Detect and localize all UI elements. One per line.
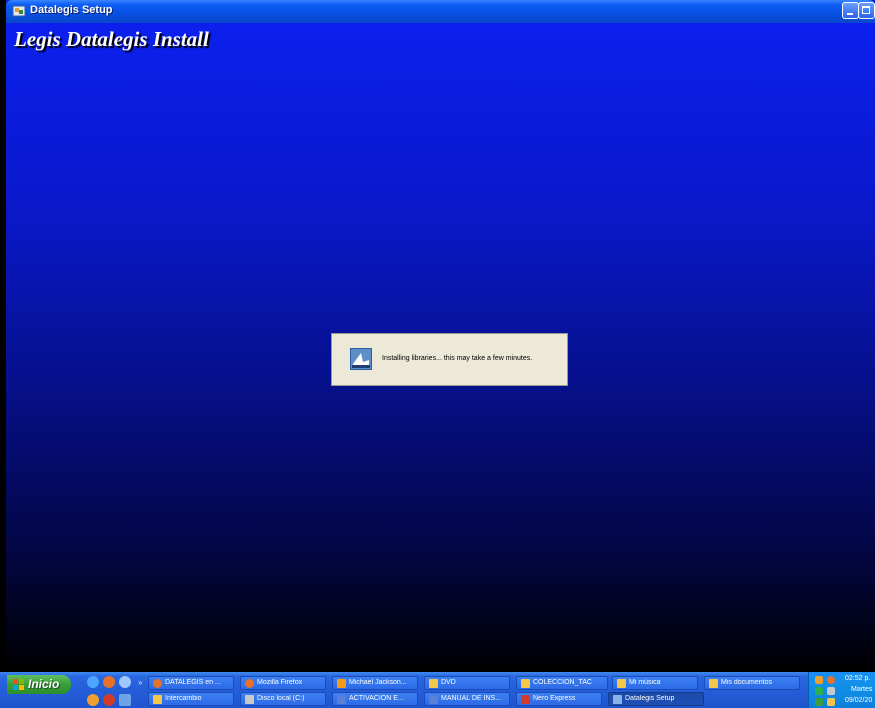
taskbar-button-mis-documentos[interactable]: Mis documentos xyxy=(704,676,800,690)
vlc-icon xyxy=(337,679,346,688)
ie-quicklaunch-icon[interactable] xyxy=(87,676,99,688)
nero-quicklaunch-icon[interactable] xyxy=(103,694,115,706)
word-icon xyxy=(429,695,438,704)
antivirus-tray-icon[interactable] xyxy=(815,698,823,706)
taskbar-button-label: COLECCION_TAC xyxy=(533,679,592,686)
taskbar-button-datalegis-firefox[interactable]: DATALEGIS en ... xyxy=(148,676,234,690)
system-tray: 02:52 p. Martes 09/02/20 xyxy=(808,672,875,708)
drive-icon xyxy=(245,695,254,704)
clock-date: 09/02/20 xyxy=(845,697,873,704)
installing-dialog: Installing libraries... this may take a … xyxy=(331,333,568,386)
folder-icon xyxy=(521,679,530,688)
clock-day: Martes xyxy=(851,686,873,693)
taskbar-button-label: Intercambio xyxy=(165,695,202,702)
taskbar-button-coleccion-tac[interactable]: COLECCION_TAC xyxy=(516,676,608,690)
taskbar-button-label: Mozilla Firefox xyxy=(257,679,303,686)
taskbar: Inicio » DATALEGIS en ... Mozilla Firefo… xyxy=(0,672,875,708)
media-quicklaunch-icon[interactable] xyxy=(87,694,99,706)
taskbar-button-dvd[interactable]: DVD xyxy=(424,676,510,690)
firefox-tray-icon[interactable] xyxy=(827,676,835,684)
firefox-icon xyxy=(153,679,162,688)
taskbar-button-label: Disco local (C:) xyxy=(257,695,305,702)
minimize-button[interactable] xyxy=(842,2,859,19)
taskbar-button-label: DVD xyxy=(441,679,456,686)
firefox-icon xyxy=(245,679,254,688)
windows-flag-icon xyxy=(13,679,24,690)
taskbar-button-intercambio[interactable]: Intercambio xyxy=(148,692,234,706)
taskbar-button-label: Mi música xyxy=(629,679,661,686)
start-button[interactable]: Inicio xyxy=(7,675,71,694)
nero-icon xyxy=(521,695,530,704)
taskbar-button-activacion[interactable]: ACTIVACION E... xyxy=(332,692,418,706)
taskbar-button-manual[interactable]: MANUAL DE INS... xyxy=(424,692,510,706)
taskbar-button-disco-local[interactable]: Disco local (C:) xyxy=(240,692,326,706)
taskbar-button-mi-musica[interactable]: Mi música xyxy=(612,676,698,690)
taskbar-button-datalegis-setup[interactable]: Datalegis Setup xyxy=(608,692,704,706)
clock-time[interactable]: 02:52 p. xyxy=(845,675,870,682)
taskbar-button-label: Nero Express xyxy=(533,695,576,702)
start-label: Inicio xyxy=(28,677,60,691)
taskbar-button-label: MANUAL DE INS... xyxy=(441,695,502,702)
title-bar[interactable]: Datalegis Setup xyxy=(6,0,875,23)
taskbar-button-label: DATALEGIS en ... xyxy=(165,679,221,686)
taskbar-button-nero-express[interactable]: Nero Express xyxy=(516,692,602,706)
taskbar-button-label: Datalegis Setup xyxy=(625,695,675,702)
desktop-quicklaunch-icon[interactable] xyxy=(119,694,131,706)
maximize-button[interactable] xyxy=(858,2,875,19)
installer-icon xyxy=(350,348,372,370)
firefox-quicklaunch-icon[interactable] xyxy=(103,676,115,688)
installing-message: Installing libraries... this may take a … xyxy=(382,355,533,362)
taskbar-button-mozilla-firefox[interactable]: Mozilla Firefox xyxy=(240,676,326,690)
volume-tray-icon[interactable] xyxy=(827,698,835,706)
messenger-tray-icon[interactable] xyxy=(815,687,823,695)
folder-icon xyxy=(153,695,162,704)
network-tray-icon[interactable] xyxy=(827,687,835,695)
word-icon xyxy=(337,695,346,704)
taskbar-button-label: Mis documentos xyxy=(721,679,772,686)
vlc-tray-icon[interactable] xyxy=(815,676,823,684)
install-heading: Legis Datalegis Install xyxy=(14,27,209,51)
window-title: Datalegis Setup xyxy=(30,4,113,16)
setup-app-icon xyxy=(12,5,26,17)
setup-icon xyxy=(613,695,622,704)
taskbar-button-michael-jackson[interactable]: Michael Jackson... xyxy=(332,676,418,690)
folder-icon xyxy=(617,679,626,688)
folder-icon xyxy=(429,679,438,688)
taskbar-button-label: Michael Jackson... xyxy=(349,679,407,686)
taskbar-button-label: ACTIVACION E... xyxy=(349,695,404,702)
quicklaunch-overflow-chevron[interactable]: » xyxy=(138,678,142,687)
documents-icon xyxy=(709,679,718,688)
messenger-quicklaunch-icon[interactable] xyxy=(119,676,131,688)
